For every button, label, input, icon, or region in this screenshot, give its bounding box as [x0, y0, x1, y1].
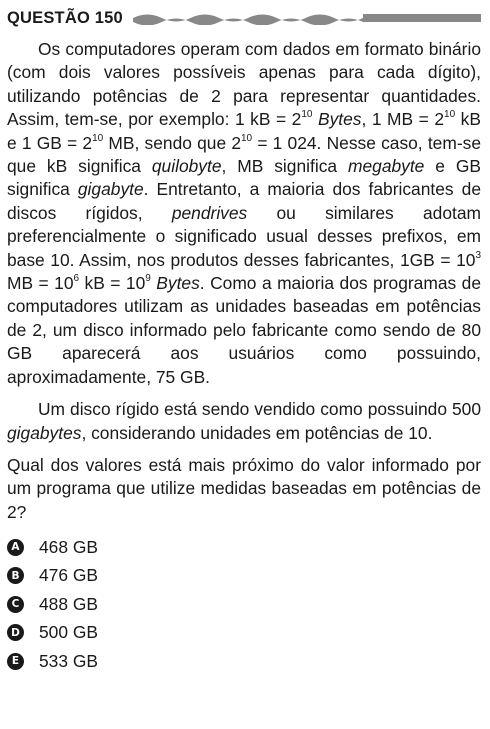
option-b[interactable]: B 476 GB: [7, 562, 481, 591]
letter-b-badge-icon: B: [7, 567, 24, 585]
option-b-text: 476 GB: [39, 565, 98, 586]
question-prompt: Qual dos valores está mais próximo do va…: [7, 454, 481, 522]
header-rule: [362, 14, 481, 22]
paragraph-context: Os computadores operam com dados em form…: [7, 39, 481, 387]
option-a-text: 468 GB: [39, 536, 98, 557]
option-e[interactable]: E 533 GB: [7, 647, 481, 676]
answer-options: A 468 GB B 476 GB C 488 GB D 500 GB E 53…: [7, 533, 481, 676]
option-a[interactable]: A 468 GB: [7, 533, 481, 562]
paragraph-problem: Um disco rígido está sendo vendido como …: [7, 399, 481, 443]
letter-d-badge-icon: D: [7, 624, 24, 642]
option-d[interactable]: D 500 GB: [7, 619, 481, 648]
option-e-text: 533 GB: [39, 650, 98, 671]
letter-a-badge-icon: A: [7, 538, 24, 556]
option-c[interactable]: C 488 GB: [7, 590, 481, 619]
option-c-text: 488 GB: [39, 593, 98, 614]
question-block: QUESTÃO 150 Os computadores operam com d…: [7, 8, 481, 676]
letter-e-badge-icon: E: [7, 652, 24, 670]
wave-decoration-icon: [132, 14, 363, 25]
letter-c-badge-icon: C: [7, 595, 24, 613]
question-title: QUESTÃO 150: [7, 9, 123, 27]
question-header: QUESTÃO 150: [7, 8, 481, 28]
option-d-text: 500 GB: [39, 622, 98, 643]
